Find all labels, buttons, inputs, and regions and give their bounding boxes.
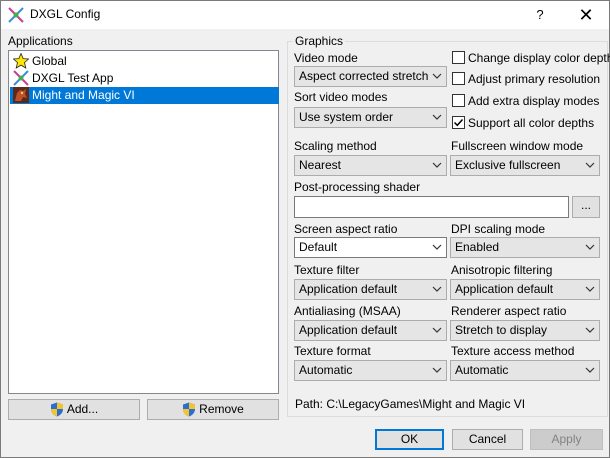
texture-access-method-label: Texture access method [451, 344, 575, 358]
antialiasing-label: Antialiasing (MSAA) [294, 304, 401, 318]
dxgl-icon [13, 70, 29, 86]
post-processing-shader-label: Post-processing shader [294, 180, 421, 194]
adjust-primary-resolution-checkbox[interactable]: Adjust primary resolution [452, 72, 600, 88]
texture-filter-label: Texture filter [294, 263, 360, 277]
remove-button[interactable]: Remove [147, 399, 279, 420]
screen-aspect-ratio-value: Default [299, 240, 338, 254]
antialiasing-select[interactable]: Application default [294, 320, 447, 341]
fullscreen-window-mode-select[interactable]: Exclusive fullscreen [450, 155, 600, 176]
uac-shield-icon [183, 402, 196, 417]
graphics-group-title: Graphics [293, 34, 346, 48]
remove-button-label: Remove [199, 402, 244, 416]
chevron-down-icon [585, 162, 595, 168]
screen-aspect-ratio-label: Screen aspect ratio [294, 222, 398, 236]
browse-shader-button[interactable]: ... [572, 196, 600, 218]
ok-button[interactable]: OK [375, 429, 444, 450]
list-item-dxgl-test-app[interactable]: DXGL Test App [10, 70, 279, 87]
star-icon [13, 53, 29, 69]
checkbox-label: Change display color depth [468, 51, 610, 65]
texture-format-value: Automatic [299, 363, 353, 377]
game-icon [13, 87, 29, 103]
window-title: DXGL Config [30, 7, 101, 21]
change-display-color-depth-checkbox[interactable]: Change display color depth [452, 51, 610, 67]
scaling-method-value: Nearest [299, 158, 342, 172]
renderer-aspect-ratio-select[interactable]: Stretch to display [450, 320, 600, 341]
uac-shield-icon [50, 402, 63, 417]
sort-video-modes-select[interactable]: Use system order [294, 107, 447, 128]
fullscreen-window-mode-label: Fullscreen window mode [451, 139, 584, 153]
checkbox-label: Add extra display modes [468, 94, 600, 108]
scaling-method-label: Scaling method [294, 139, 377, 153]
list-item-label: Global [32, 54, 67, 68]
anisotropic-filtering-label: Anisotropic filtering [451, 263, 553, 277]
antialiasing-value: Application default [299, 323, 398, 337]
chevron-down-icon [432, 73, 442, 79]
add-extra-display-modes-checkbox[interactable]: Add extra display modes [452, 94, 599, 110]
dpi-scaling-mode-select[interactable]: Enabled [450, 237, 600, 258]
list-item-label: DXGL Test App [32, 71, 114, 85]
anisotropic-filtering-value: Application default [455, 282, 554, 296]
title-bar: DXGL Config ? ✕ [1, 1, 609, 30]
checkbox-box [452, 116, 465, 129]
chevron-down-icon [585, 286, 595, 292]
texture-access-method-select[interactable]: Automatic [450, 360, 600, 381]
scaling-method-select[interactable]: Nearest [294, 155, 447, 176]
list-item-global[interactable]: Global [10, 53, 279, 70]
chevron-down-icon [585, 244, 595, 250]
chevron-down-icon [432, 286, 442, 292]
dxgl-config-window: DXGL Config ? ✕ Applications Global DXGL… [0, 0, 610, 458]
list-item-label: Might and Magic VI [32, 88, 135, 102]
support-all-color-depths-checkbox[interactable]: Support all color depths [452, 116, 594, 132]
screen-aspect-ratio-select[interactable]: Default [294, 237, 447, 258]
apply-button[interactable]: Apply [530, 429, 603, 450]
chevron-down-icon [432, 162, 442, 168]
chevron-down-icon [432, 244, 442, 250]
post-processing-shader-input[interactable] [294, 196, 569, 218]
dpi-scaling-mode-label: DPI scaling mode [451, 222, 546, 236]
chevron-down-icon [585, 327, 595, 333]
add-button[interactable]: Add... [8, 399, 140, 420]
renderer-aspect-ratio-value: Stretch to display [455, 323, 548, 337]
sort-video-modes-value: Use system order [299, 110, 394, 124]
video-mode-select[interactable]: Aspect corrected stretch [294, 66, 447, 87]
help-button[interactable]: ? [517, 1, 563, 30]
path-text: Path: C:\LegacyGames\Might and Magic VI [295, 397, 526, 411]
chevron-down-icon [432, 327, 442, 333]
fullscreen-window-mode-value: Exclusive fullscreen [455, 158, 561, 172]
chevron-down-icon [432, 367, 442, 373]
renderer-aspect-ratio-label: Renderer aspect ratio [451, 304, 567, 318]
texture-format-label: Texture format [294, 344, 371, 358]
texture-filter-select[interactable]: Application default [294, 279, 447, 300]
video-mode-label: Video mode [294, 51, 358, 65]
list-item-might-and-magic-vi[interactable]: Might and Magic VI [10, 87, 279, 104]
sort-video-modes-label: Sort video modes [294, 90, 388, 104]
anisotropic-filtering-select[interactable]: Application default [450, 279, 600, 300]
applications-list[interactable]: Global DXGL Test App Might and Magic VI [8, 50, 279, 394]
texture-format-select[interactable]: Automatic [294, 360, 447, 381]
applications-label: Applications [8, 34, 73, 48]
checkbox-box [452, 94, 465, 107]
checkbox-label: Support all color depths [468, 116, 595, 130]
dxgl-app-icon [8, 7, 24, 23]
add-button-label: Add... [66, 402, 99, 416]
checkmark-icon [453, 118, 464, 127]
checkbox-label: Adjust primary resolution [468, 72, 601, 86]
texture-filter-value: Application default [299, 282, 398, 296]
texture-access-method-value: Automatic [455, 363, 509, 377]
checkbox-box [452, 51, 465, 64]
video-mode-value: Aspect corrected stretch [299, 69, 429, 83]
checkbox-box [452, 72, 465, 85]
chevron-down-icon [585, 367, 595, 373]
close-button[interactable]: ✕ [563, 1, 609, 30]
chevron-down-icon [432, 114, 442, 120]
cancel-button[interactable]: Cancel [452, 429, 523, 450]
dpi-scaling-mode-value: Enabled [455, 240, 500, 254]
